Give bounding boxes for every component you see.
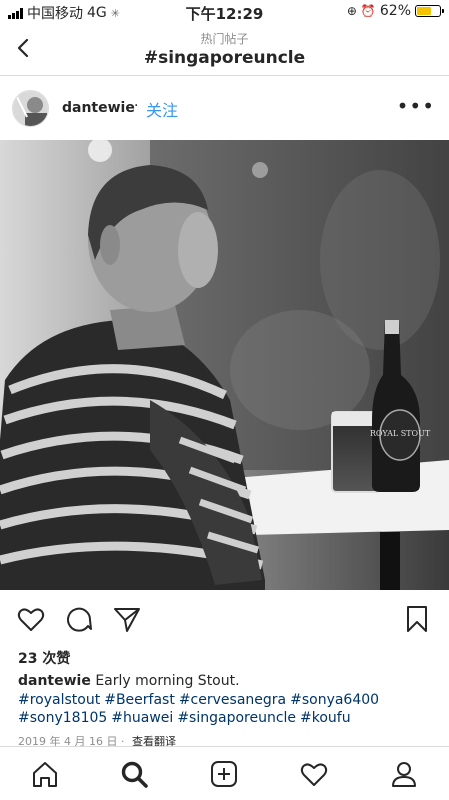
battery-icon <box>415 5 444 17</box>
battery-percent: 62% <box>379 3 411 19</box>
action-row <box>0 600 449 640</box>
post-photo[interactable]: ROYAL STOUT <box>0 140 449 590</box>
bottle-label: ROYAL STOUT <box>370 429 431 438</box>
alarm-icon: ⏰ <box>360 4 376 18</box>
separator-dot: · <box>134 98 139 114</box>
bottom-tab-bar <box>0 746 449 800</box>
heart-icon[interactable] <box>16 604 46 634</box>
nav-subtitle: 热门帖子 <box>200 32 249 46</box>
page-title: #singaporeuncle <box>143 48 306 68</box>
avatar[interactable] <box>12 90 49 127</box>
bookmark-icon[interactable] <box>402 604 432 634</box>
hashtag-link[interactable]: #koufu <box>300 710 351 726</box>
caption-username[interactable]: dantewie <box>18 673 91 689</box>
share-icon[interactable] <box>112 604 142 634</box>
more-horizontal-icon[interactable]: ••• <box>397 94 435 118</box>
hashtag-list: #royalstout #Beerfast #cervesanegra #sonya6… <box>18 691 438 727</box>
search-icon[interactable] <box>119 759 149 789</box>
home-icon[interactable] <box>30 759 60 789</box>
caption-text: Early morning Stout. <box>95 673 240 689</box>
follow-button[interactable]: 关注 <box>146 97 178 121</box>
profile-icon[interactable] <box>389 759 419 789</box>
hashtag-link[interactable]: #sonya6400 <box>290 692 379 708</box>
caption: dantewie Early morning Stout. <box>18 672 438 690</box>
hashtag-link[interactable]: #royalstout <box>18 692 100 708</box>
post-username[interactable]: dantewie <box>62 100 135 116</box>
comment-icon[interactable] <box>64 604 94 634</box>
orientation-lock-icon: ⊕ <box>346 4 357 18</box>
activity-heart-icon[interactable] <box>299 759 329 789</box>
status-bar: 中国移动 4G ✳ 下午12:29 ⊕ ⏰ 62% <box>0 0 449 24</box>
hashtag-link[interactable]: #cervesanegra <box>179 692 286 708</box>
hashtag-link[interactable]: #huawei <box>111 710 173 726</box>
hashtag-link[interactable]: #singaporeuncle <box>177 710 296 726</box>
hashtag-link[interactable]: #Beerfast <box>104 692 175 708</box>
post-header: dantewie · 关注 ••• <box>0 86 449 132</box>
nav-header: 热门帖子 #singaporeuncle <box>0 24 449 76</box>
likes-count[interactable]: 23 次赞 <box>18 648 70 668</box>
hashtag-link[interactable]: #sony18105 <box>18 710 107 726</box>
add-icon[interactable] <box>209 759 239 789</box>
